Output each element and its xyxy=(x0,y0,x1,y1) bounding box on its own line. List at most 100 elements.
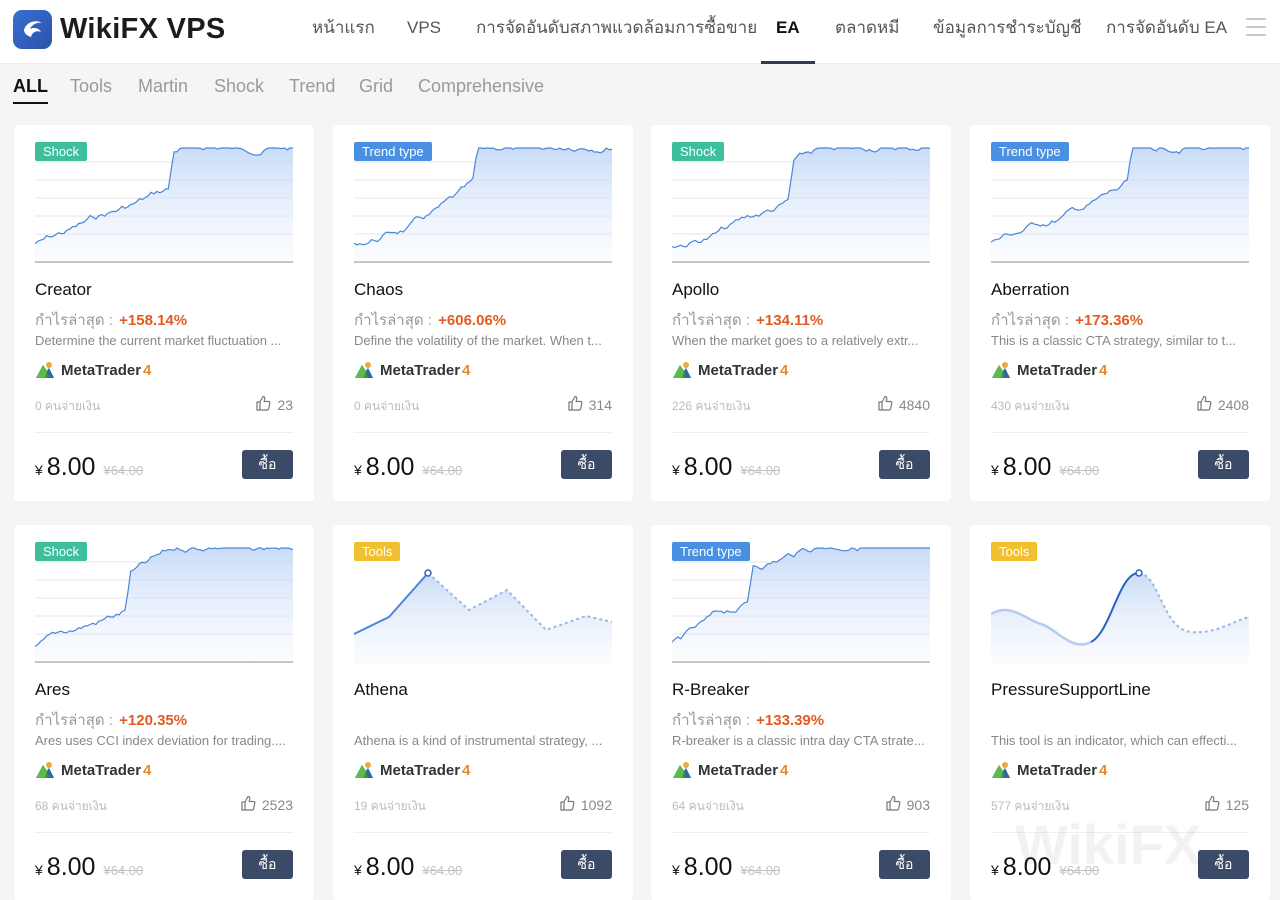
like-count[interactable]: 314 xyxy=(567,395,612,414)
nav-settlement-info[interactable]: ข้อมูลการชำระบัญชี xyxy=(933,0,1082,64)
category-badge: Tools xyxy=(991,542,1038,561)
buy-button[interactable]: ซื้อ xyxy=(561,850,612,879)
nav-bear-market[interactable]: ตลาดหมี xyxy=(835,0,899,64)
profit-label: กำไรล่าสุด : xyxy=(991,312,1069,329)
like-count[interactable]: 125 xyxy=(1204,795,1249,814)
like-value: 125 xyxy=(1225,796,1249,813)
platform-version: 4 xyxy=(780,761,789,779)
ea-card[interactable]: Shock Apollo กำไรล่าสุด : +134.11% When the… xyxy=(651,125,951,501)
paid-count: 64 คนจ่ายเงิน xyxy=(672,799,744,813)
site-logo[interactable]: WikiFX VPS xyxy=(13,9,226,49)
like-count[interactable]: 1092 xyxy=(559,795,612,814)
nav-vps[interactable]: VPS xyxy=(407,0,441,64)
ea-name[interactable]: Creator xyxy=(35,280,92,300)
ea-card[interactable]: Tools Athena Athena is a kind of instrumen… xyxy=(333,525,633,900)
profit-label: กำไรล่าสุด : xyxy=(354,312,432,329)
platform-name: MetaTrader xyxy=(61,361,142,379)
price: ¥8.00 ¥64.00 xyxy=(354,853,462,882)
recent-profit: กำไรล่าสุด : +133.39% xyxy=(672,708,824,732)
ea-description: Athena is a kind of instrumental strateg… xyxy=(354,733,603,748)
filter-tab-tools[interactable]: Tools xyxy=(70,76,112,97)
price: ¥8.00 ¥64.00 xyxy=(991,453,1099,482)
ea-name[interactable]: Ares xyxy=(35,680,70,700)
thumbs-up-icon[interactable] xyxy=(255,395,277,414)
like-value: 314 xyxy=(588,396,612,413)
profit-value: +158.14% xyxy=(119,312,188,329)
platform-name: MetaTrader xyxy=(1017,761,1098,779)
original-price: ¥64.00 xyxy=(740,463,781,478)
nav-ea-ranking[interactable]: การจัดอันดับ EA xyxy=(1106,0,1227,64)
ea-card[interactable]: Shock Creator กำไรล่าสุด : +158.14% Determi… xyxy=(14,125,314,501)
filter-tab-martin[interactable]: Martin xyxy=(138,76,188,97)
divider xyxy=(672,432,930,433)
thumbs-up-icon[interactable] xyxy=(877,395,899,414)
buy-button[interactable]: ซื้อ xyxy=(1198,450,1249,479)
divider xyxy=(991,432,1249,433)
buy-button[interactable]: ซื้อ xyxy=(242,850,293,879)
original-price: ¥64.00 xyxy=(740,863,781,878)
like-value: 23 xyxy=(277,396,293,413)
buy-button[interactable]: ซื้อ xyxy=(879,850,930,879)
current-price: 8.00 xyxy=(46,853,96,881)
platform-badge: MetaTrader 4 xyxy=(672,760,788,780)
thumbs-up-icon[interactable] xyxy=(559,795,581,814)
recent-profit: กำไรล่าสุด : +134.11% xyxy=(672,308,823,332)
ea-card[interactable]: Shock Ares กำไรล่าสุด : +120.35% Ares uses … xyxy=(14,525,314,900)
like-value: 1092 xyxy=(580,796,612,813)
thumbs-up-icon[interactable] xyxy=(1204,795,1226,814)
ea-card[interactable]: Trend type Aberration กำไรล่าสุด : +173.36… xyxy=(970,125,1270,501)
original-price: ¥64.00 xyxy=(422,463,463,478)
buy-button[interactable]: ซื้อ xyxy=(1198,850,1249,879)
thumbs-up-icon[interactable] xyxy=(567,395,589,414)
nav-ea[interactable]: EA xyxy=(761,0,815,64)
platform-name: MetaTrader xyxy=(1017,361,1098,379)
platform-name: MetaTrader xyxy=(61,761,142,779)
filter-tab-grid[interactable]: Grid xyxy=(359,76,393,97)
category-badge: Trend type xyxy=(672,542,750,561)
currency-symbol: ¥ xyxy=(35,862,43,878)
filter-tab-shock[interactable]: Shock xyxy=(214,76,264,97)
platform-name: MetaTrader xyxy=(698,761,779,779)
thumbs-up-icon[interactable] xyxy=(240,795,262,814)
hamburger-icon[interactable] xyxy=(1246,18,1266,38)
filter-tab-comprehensive[interactable]: Comprehensive xyxy=(418,76,544,97)
ea-name[interactable]: Chaos xyxy=(354,280,403,300)
buy-button[interactable]: ซื้อ xyxy=(879,450,930,479)
filter-tab-all[interactable]: ALL xyxy=(13,76,48,104)
ea-name[interactable]: PressureSupportLine xyxy=(991,680,1151,700)
buy-button[interactable]: ซื้อ xyxy=(242,450,293,479)
ea-card[interactable]: Trend type R-Breaker กำไรล่าสุด : +133.39%… xyxy=(651,525,951,900)
metatrader-logo-icon xyxy=(672,360,692,380)
ea-description: Ares uses CCI index deviation for tradin… xyxy=(35,733,286,748)
like-count[interactable]: 2523 xyxy=(240,795,293,814)
like-count[interactable]: 2408 xyxy=(1196,395,1249,414)
ea-name[interactable]: R-Breaker xyxy=(672,680,749,700)
ea-card[interactable]: Trend type Chaos กำไรล่าสุด : +606.06% Defi… xyxy=(333,125,633,501)
ea-name[interactable]: Athena xyxy=(354,680,408,700)
platform-badge: MetaTrader 4 xyxy=(35,760,151,780)
original-price: ¥64.00 xyxy=(103,863,144,878)
ea-name[interactable]: Apollo xyxy=(672,280,719,300)
buy-button[interactable]: ซื้อ xyxy=(561,450,612,479)
nav-trading-environment-ranking[interactable]: การจัดอันดับสภาพแวดล้อมการซื้อขาย xyxy=(476,0,757,64)
platform-badge: MetaTrader 4 xyxy=(991,760,1107,780)
divider xyxy=(672,832,930,833)
thumbs-up-icon[interactable] xyxy=(1196,395,1218,414)
profit-label: กำไรล่าสุด : xyxy=(672,312,750,329)
currency-symbol: ¥ xyxy=(354,462,362,478)
nav-home[interactable]: หน้าแรก xyxy=(312,0,375,64)
ea-name[interactable]: Aberration xyxy=(991,280,1069,300)
ea-card[interactable]: Tools PressureSupportLine This tool is an … xyxy=(970,525,1270,900)
like-count[interactable]: 4840 xyxy=(877,395,930,414)
ea-description: Define the volatility of the market. Whe… xyxy=(354,333,602,348)
original-price: ¥64.00 xyxy=(1059,463,1100,478)
metatrader-logo-icon xyxy=(354,360,374,380)
price: ¥8.00 ¥64.00 xyxy=(35,453,143,482)
logo-text: WikiFX VPS xyxy=(60,12,226,45)
paid-count: 68 คนจ่ายเงิน xyxy=(35,799,107,813)
like-count[interactable]: 903 xyxy=(885,795,930,814)
thumbs-up-icon[interactable] xyxy=(885,795,907,814)
category-badge: Tools xyxy=(354,542,401,561)
like-count[interactable]: 23 xyxy=(255,395,293,414)
filter-tab-trend[interactable]: Trend xyxy=(289,76,335,97)
